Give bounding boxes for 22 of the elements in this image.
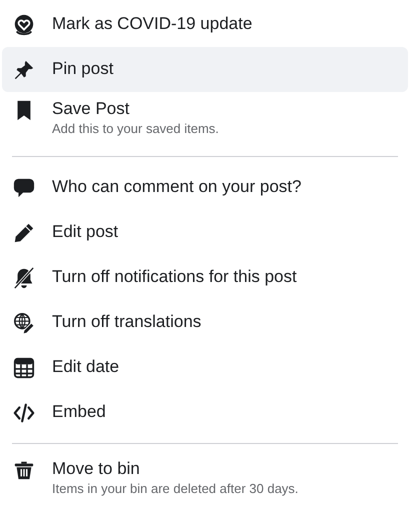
heart-badge-icon bbox=[13, 14, 35, 36]
menu-item-label: Turn off notifications for this post bbox=[52, 266, 297, 288]
menu-item-description: Items in your bin are deleted after 30 days. bbox=[52, 480, 298, 498]
globe-pencil-icon bbox=[13, 312, 35, 334]
menu-item-label: Who can comment on your post? bbox=[52, 176, 302, 198]
menu-item-label: Save Post bbox=[52, 98, 130, 120]
menu-item-label: Pin post bbox=[52, 58, 114, 80]
bell-off-icon bbox=[13, 267, 35, 289]
speech-bubble-icon bbox=[13, 177, 35, 199]
menu-item-label: Edit date bbox=[52, 356, 120, 378]
pushpin-icon bbox=[13, 59, 35, 81]
menu-item-label: Embed bbox=[52, 401, 106, 423]
menu-item-description: Add this to your saved items. bbox=[52, 120, 219, 138]
menu-item-label: Move to bin bbox=[52, 458, 141, 480]
calendar-icon bbox=[13, 357, 35, 379]
menu-item-label: Turn off translations bbox=[52, 311, 202, 333]
menu-item-label: Mark as COVID-19 update bbox=[52, 13, 252, 35]
menu-item-label: Edit post bbox=[52, 221, 118, 243]
trash-icon bbox=[13, 459, 35, 481]
menu-item[interactable]: Pin post bbox=[2, 47, 408, 92]
code-icon bbox=[13, 402, 35, 424]
pencil-icon bbox=[13, 222, 35, 244]
